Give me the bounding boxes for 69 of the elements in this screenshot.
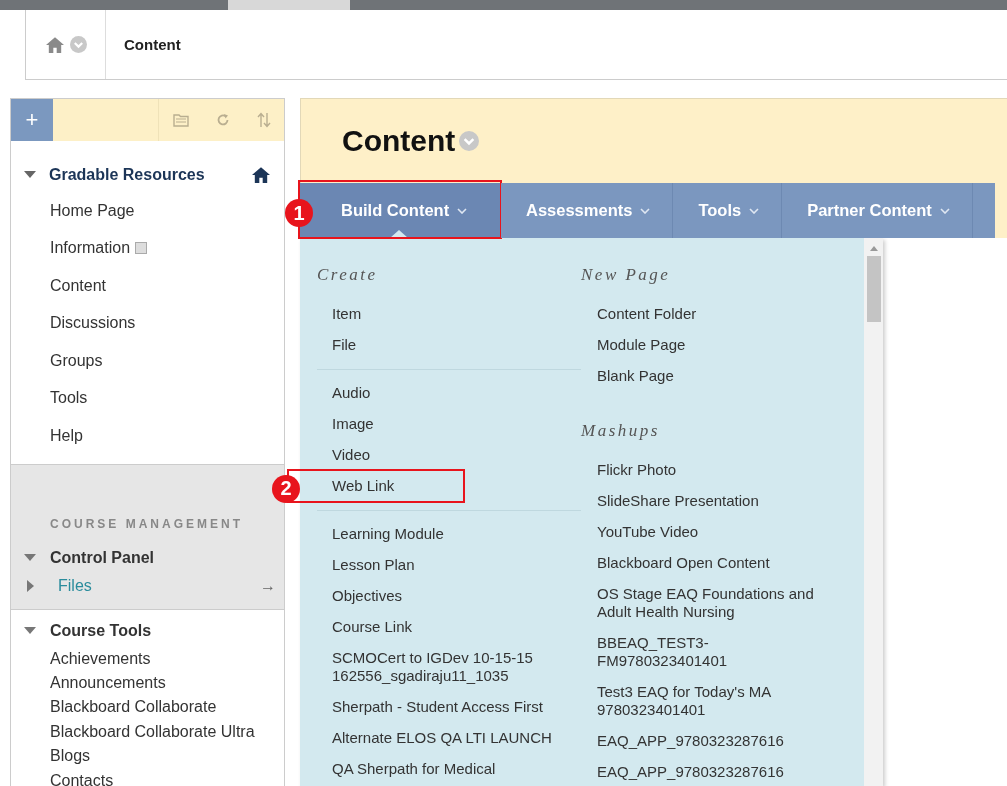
page-title: Content: [342, 124, 456, 158]
menu-link[interactable]: Information: [50, 239, 131, 258]
menu-item[interactable]: Audio: [332, 384, 572, 402]
group-heading: Mashups: [581, 421, 661, 441]
menu-item[interactable]: Image: [332, 415, 572, 433]
menu-item[interactable]: Blank Page: [597, 367, 837, 385]
menu-item[interactable]: SCMOCert to IGDev 10-15-15 162556_sgadiraju11_1035: [332, 649, 572, 685]
menu-item[interactable]: Flickr Photo: [597, 461, 837, 479]
chevron-icon: [640, 207, 651, 214]
menu-title: Gradable Resources: [49, 166, 206, 184]
menu-item[interactable]: Blackboard Open Content: [597, 554, 837, 572]
chevron-icon: [457, 207, 468, 214]
menu-item[interactable]: Learning Module: [332, 525, 572, 543]
menu-item[interactable]: Module Page: [597, 336, 837, 354]
expand-triangle-icon[interactable]: [27, 579, 35, 592]
chevron-icon[interactable]: [70, 36, 87, 53]
menu-item[interactable]: OS Stage EAQ Foundations and Adult Health Nursing: [597, 585, 837, 621]
menu-item[interactable]: Objectives: [332, 587, 572, 605]
menu-link[interactable]: Home Page: [50, 201, 135, 220]
menu-item[interactable]: EAQ_APP_9780323287616: [597, 732, 837, 750]
scroll-thumb[interactable]: [866, 256, 881, 322]
menu-link[interactable]: Tools: [50, 389, 88, 408]
breadcrumb-current: Content: [124, 36, 181, 53]
section-title: Course Tools: [50, 621, 152, 640]
panel-title: Control Panel: [50, 548, 154, 567]
menu-item[interactable]: Item: [332, 305, 572, 323]
tool-link[interactable]: Blackboard Collaborate: [11, 695, 284, 720]
menu-link[interactable]: Content: [50, 276, 107, 295]
tool-link[interactable]: Blogs: [11, 744, 284, 769]
collapse-triangle-icon[interactable]: [24, 171, 36, 179]
menu-link[interactable]: Help: [50, 426, 83, 445]
scrollbar[interactable]: [864, 238, 883, 786]
menu-item[interactable]: Course Link: [332, 618, 572, 636]
top-bar-tab[interactable]: [228, 0, 350, 10]
menu-item[interactable]: EAQ_APP_9780323287616: [597, 763, 837, 781]
refresh-icon[interactable]: [215, 113, 230, 127]
menu-item[interactable]: Web Link: [332, 477, 572, 495]
collapse-triangle-icon[interactable]: [24, 553, 36, 562]
menu-link[interactable]: Groups: [50, 351, 103, 370]
menu-item[interactable]: YouTube Video: [597, 523, 837, 541]
group-heading: Create: [317, 265, 379, 285]
sort-icon[interactable]: [256, 112, 271, 128]
chevron-icon: [749, 207, 760, 214]
tool-link[interactable]: Blackboard Collaborate Ultra: [11, 719, 284, 745]
collapse-triangle-icon[interactable]: [24, 626, 36, 635]
step-badge: 1: [285, 199, 313, 227]
home-icon[interactable]: [252, 167, 270, 183]
menu-item[interactable]: File: [332, 336, 572, 354]
menu-item[interactable]: Content Folder: [597, 305, 837, 323]
chevron-icon[interactable]: [459, 131, 480, 151]
menu-item[interactable]: Alternate ELOS QA LTI LAUNCH: [332, 729, 572, 747]
scroll-up-icon[interactable]: [869, 246, 878, 251]
menu-link[interactable]: Discussions: [50, 314, 136, 333]
chevron-icon: [939, 207, 950, 214]
tool-link[interactable]: Announcements: [11, 670, 284, 696]
tool-link[interactable]: Contacts: [11, 768, 284, 786]
folder-icon[interactable]: [172, 113, 189, 127]
tool-link[interactable]: Achievements: [11, 646, 284, 671]
menu-item[interactable]: QA Sherpath for Medical: [332, 760, 572, 778]
menu-item[interactable]: Video: [332, 446, 572, 464]
menu-item[interactable]: Sherpath - Student Access First: [332, 698, 572, 716]
group-heading: New Page: [581, 265, 672, 285]
menu-item[interactable]: SlideShare Presentation: [597, 492, 837, 510]
section-heading: COURSE MANAGEMENT: [49, 516, 244, 531]
menu-item[interactable]: BBEAQ_TEST3-FM9780323401401: [597, 634, 837, 670]
menu-item[interactable]: Test3 EAQ for Today's MA 9780323401401: [597, 683, 837, 719]
page-icon: [135, 242, 148, 255]
arrow-glyph[interactable]: →: [260, 576, 276, 595]
menu-item[interactable]: Lesson Plan: [332, 556, 572, 574]
